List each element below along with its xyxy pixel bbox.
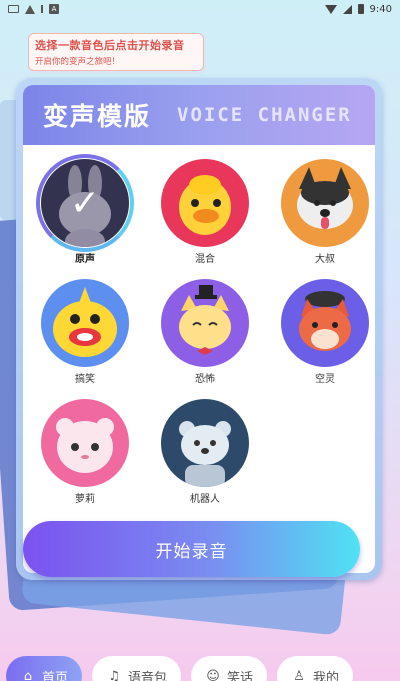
cat-avatar-icon [161,279,249,367]
dog-avatar-icon [281,159,369,247]
status-time: 9:40 [369,3,392,15]
hint-bubble: 选择一款音色后点击开始录音 开启你的变声之旅吧！ [28,33,204,71]
battery-icon [357,4,364,14]
fluffy-avatar-icon [41,399,129,487]
voice-label: 恐怖 [195,374,215,385]
nav-label: 首页 [42,670,69,681]
shiba-avatar-icon [281,279,369,367]
clown-avatar-icon [41,279,129,367]
nav-item-mine[interactable]: ♙ 我的 [277,656,354,681]
voice-label: 混合 [195,254,215,265]
voice-label: 机器人 [190,494,220,505]
start-recording-button[interactable]: 开始录音 [23,521,360,577]
voice-label: 萝莉 [75,494,95,505]
smile-icon: ☺ [206,668,220,681]
mail-icon [8,5,19,13]
warning-icon [25,4,35,14]
panel-subtitle: VOICE CHANGER [177,104,352,126]
home-icon: ⌂ [23,668,33,681]
voice-label: 空灵 [315,374,335,385]
panel-title: 变声模版 [43,102,152,131]
check-icon: ✓ [41,159,129,247]
nav-item-jokes[interactable]: ☺ 笑话 [191,656,268,681]
nav-item-home[interactable]: ⌂ 首页 [6,656,83,681]
nav-label: 我的 [313,670,340,681]
panel-header: 变声模版 VOICE CHANGER [23,85,375,145]
wifi-icon [324,4,337,14]
robot-bear-avatar-icon [161,399,249,487]
download-icon [41,5,43,13]
voice-label: 原声 [75,254,95,265]
status-bar: A 9:40 [0,0,400,18]
bottom-nav: ⌂ 首页 ♫ 语音包 ☺ 笑话 ♙ 我的 [0,656,400,681]
voice-item-loli[interactable]: 萝莉 [37,399,133,505]
hint-sub-text: 开启你的变声之旅吧！ [35,57,121,67]
voice-item-mix[interactable]: 混合 [157,159,253,265]
signal-icon [342,4,352,14]
nav-item-voice-pack[interactable]: ♫ 语音包 [92,656,182,681]
voice-item-funny[interactable]: 搞笑 [37,279,133,385]
hint-main-text: 选择一款音色后点击开始录音 [35,39,185,52]
person-icon: ♙ [293,668,305,681]
voice-pack-icon: ♫ [108,668,120,681]
voice-item-original[interactable]: ✓ 原声 [36,154,134,265]
voice-template-panel: 变声模版 VOICE CHANGER ✓ 原声 混合 大叔 搞笑 恐怖 空灵 萝… [16,78,382,580]
voice-item-robot[interactable]: 机器人 [157,399,253,505]
nav-label: 语音包 [128,670,168,681]
voice-item-ethereal[interactable]: 空灵 [277,279,373,385]
app-notification-icon: A [49,4,59,14]
voice-item-uncle[interactable]: 大叔 [277,159,373,265]
voice-label: 大叔 [315,254,335,265]
duck-avatar-icon [161,159,249,247]
voice-label: 搞笑 [75,374,95,385]
nav-label: 笑话 [227,670,254,681]
voice-item-horror[interactable]: 恐怖 [157,279,253,385]
